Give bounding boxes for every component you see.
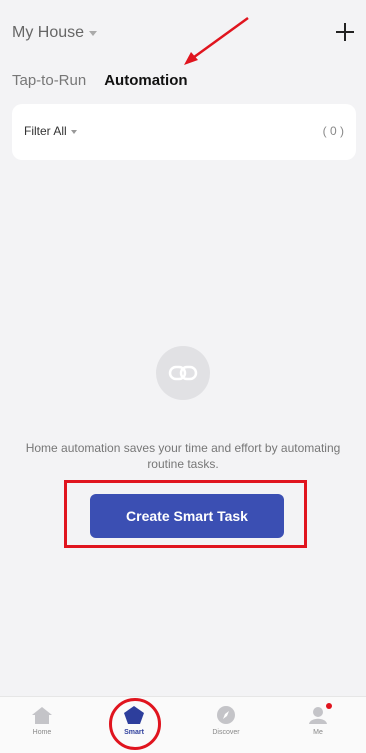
link-icon [156,346,210,400]
home-icon [32,707,52,724]
tab-tap-to-run[interactable]: Tap-to-Run [12,72,86,89]
nav-item-discover[interactable]: Discover [196,705,256,753]
compass-icon [217,706,235,724]
notification-dot [326,703,332,709]
filter-label: Filter All [24,124,67,138]
nav-label-me: Me [313,729,323,736]
tab-automation[interactable]: Automation [104,72,187,89]
plus-icon[interactable] [333,20,357,44]
nav-item-me[interactable]: Me [288,703,348,753]
bottom-nav: Home Smart Discover Me [0,696,366,753]
house-selector[interactable]: My House [12,24,98,42]
filter-dropdown[interactable]: Filter All [24,124,77,138]
chevron-down-icon [70,129,77,134]
house-name: My House [12,24,85,41]
nav-label-home: Home [32,729,52,736]
annotation-arrow [184,16,249,65]
filter-card: Filter All ( 0 ) [12,104,356,160]
filter-count: ( 0 ) [322,124,344,138]
user-icon [309,707,327,724]
tab-bar: Tap-to-Run Automation [12,72,188,89]
create-smart-task-button[interactable]: Create Smart Task [90,494,284,538]
nav-item-home[interactable]: Home [12,705,72,753]
annotation-highlight-circle [109,698,161,750]
nav-label-discover: Discover [212,729,240,736]
empty-state-message: Home automation saves your time and effo… [25,441,341,471]
chevron-down-icon [89,31,98,36]
